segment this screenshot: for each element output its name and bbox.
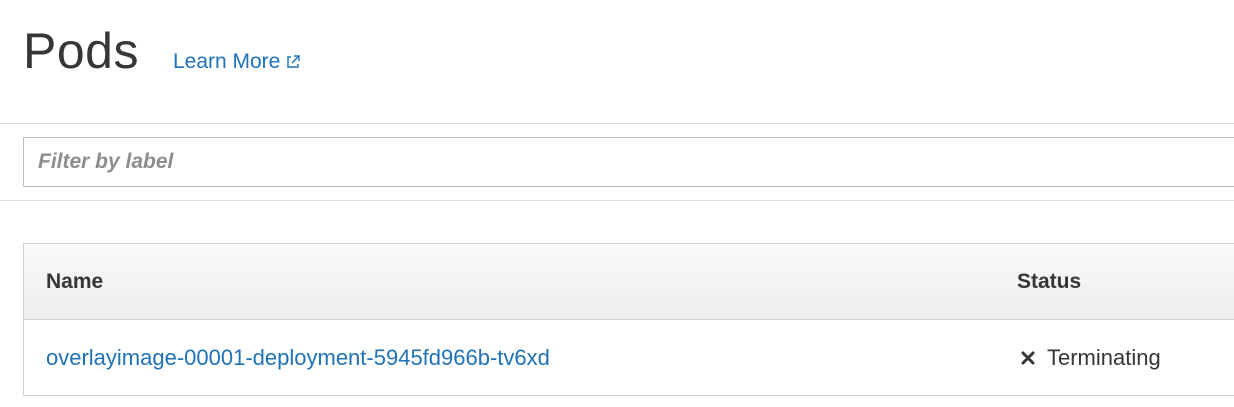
external-link-icon (287, 55, 301, 68)
pods-page: Pods Learn More Name Status overlayimage… (0, 0, 1234, 407)
learn-more-link[interactable]: Learn More (173, 50, 301, 74)
pod-status-label: Terminating (1047, 344, 1161, 370)
pod-name-link[interactable]: overlayimage-00001-deployment-5945fd966b… (46, 345, 550, 371)
column-header-name[interactable]: Name (46, 270, 103, 294)
column-header-status[interactable]: Status (1017, 270, 1081, 294)
learn-more-label: Learn More (172, 50, 281, 73)
table-row: overlayimage-00001-deployment-5945fd966b… (24, 320, 1234, 395)
pod-status: Terminating (1021, 345, 1161, 371)
page-title: Pods (23, 23, 139, 79)
filter-by-label-input[interactable] (24, 138, 1234, 186)
header-divider (0, 123, 1234, 124)
filter-box (23, 137, 1234, 187)
filter-divider (0, 200, 1234, 201)
page-header: Pods Learn More (23, 26, 301, 76)
table-header: Name Status (24, 244, 1234, 320)
pods-table: Name Status overlayimage-00001-deploymen… (23, 243, 1234, 396)
x-icon (1021, 351, 1035, 364)
